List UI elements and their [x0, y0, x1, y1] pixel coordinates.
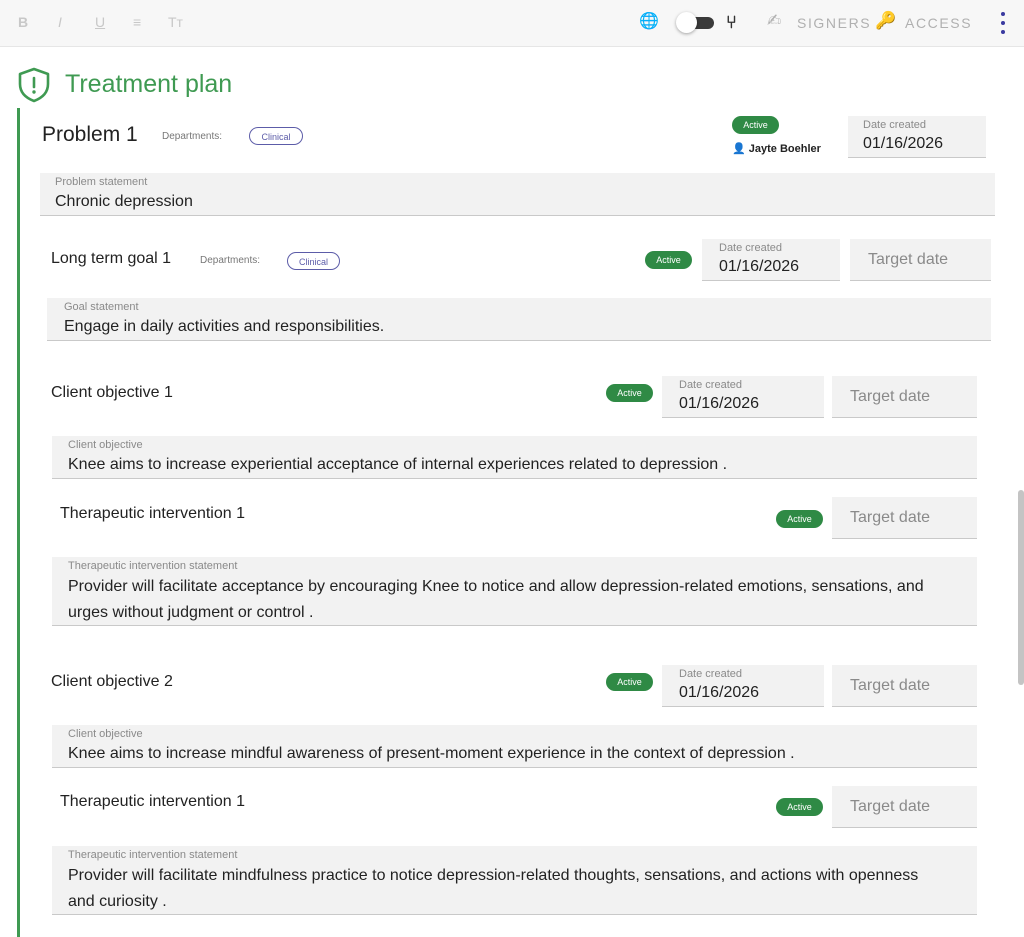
vertical-scrollbar[interactable]	[1018, 490, 1024, 685]
italic-button[interactable]: I	[58, 14, 62, 30]
objective-title: Client objective 2	[51, 673, 173, 690]
field-value: 01/16/2026	[719, 258, 800, 275]
field-label: Date created	[679, 379, 742, 391]
field-label: Therapeutic intervention statement	[68, 849, 238, 861]
field-placeholder: Target date	[850, 677, 931, 694]
branch-icon[interactable]: ⑂	[726, 11, 737, 33]
target-date-field[interactable]: Target date	[832, 376, 977, 418]
user-name: Jayte Boehler	[748, 143, 821, 155]
field-label: Client objective	[68, 439, 143, 451]
assigned-user[interactable]: 👤 Jayte Boehler	[732, 142, 821, 155]
objective-statement-field[interactable]: Client objective Knee aims to increase m…	[52, 725, 977, 768]
target-date-field[interactable]: Target date	[832, 665, 977, 707]
field-value: Provider will facilitate acceptance by e…	[68, 578, 924, 621]
departments-label: Departments:	[162, 131, 223, 142]
goal-statement-field[interactable]: Goal statement Engage in daily activitie…	[47, 298, 991, 341]
signers-icon: ✍	[767, 11, 782, 30]
editor-toolbar: B I U ≡ Tт 🌐 ⑂ ✍ SIGNERS 🔑 ACCESS	[0, 0, 1024, 47]
date-created-field[interactable]: Date created 01/16/2026	[662, 376, 824, 418]
problem-title: Problem 1	[42, 123, 138, 146]
field-label: Date created	[679, 668, 742, 680]
user-icon: 👤	[732, 143, 746, 155]
target-date-field[interactable]: Target date	[832, 786, 977, 828]
text-size-button[interactable]: Tт	[168, 14, 183, 30]
status-badge: Active	[645, 251, 692, 269]
field-label: Date created	[719, 242, 782, 254]
field-placeholder: Target date	[850, 509, 931, 526]
status-badge: Active	[776, 798, 823, 816]
access-button[interactable]: ACCESS	[905, 15, 972, 31]
globe-icon[interactable]: 🌐	[639, 11, 659, 33]
field-value: Engage in daily activities and responsib…	[64, 318, 385, 335]
status-badge: Active	[606, 384, 653, 402]
field-placeholder: Target date	[868, 251, 949, 268]
intervention-statement-field[interactable]: Therapeutic intervention statement Provi…	[52, 846, 977, 915]
objective-statement-field[interactable]: Client objective Knee aims to increase e…	[52, 436, 977, 479]
field-value: Chronic depression	[55, 193, 193, 210]
status-badge: Active	[606, 673, 653, 691]
goal-title: Long term goal 1	[51, 250, 172, 267]
intervention-title: Therapeutic intervention 1	[60, 505, 245, 522]
field-value: Knee aims to increase experiential accep…	[68, 456, 728, 473]
list-button[interactable]: ≡	[133, 14, 141, 30]
field-value: Provider will facilitate mindfulness pra…	[68, 867, 919, 910]
visibility-toggle[interactable]	[676, 12, 718, 33]
field-label: Client objective	[68, 728, 143, 740]
section-rail	[17, 108, 20, 937]
field-placeholder: Target date	[850, 388, 931, 405]
more-menu-icon[interactable]	[996, 10, 1010, 36]
date-created-field[interactable]: Date created 01/16/2026	[848, 116, 986, 158]
objective-title: Client objective 1	[51, 384, 173, 401]
signers-button[interactable]: SIGNERS	[797, 15, 871, 31]
departments-label: Departments:	[200, 255, 261, 266]
key-icon: 🔑	[875, 11, 897, 30]
shield-alert-icon	[18, 67, 50, 103]
department-chip[interactable]: Clinical	[249, 127, 303, 145]
field-label: Goal statement	[64, 301, 139, 313]
field-label: Date created	[863, 119, 926, 131]
date-created-field[interactable]: Date created 01/16/2026	[662, 665, 824, 707]
toggle-knob	[676, 12, 697, 33]
status-badge: Active	[732, 116, 779, 134]
target-date-field[interactable]: Target date	[832, 497, 977, 539]
status-badge: Active	[776, 510, 823, 528]
field-placeholder: Target date	[850, 798, 931, 815]
field-value: Knee aims to increase mindful awareness …	[68, 745, 795, 762]
problem-statement-field[interactable]: Problem statement Chronic depression	[40, 173, 995, 216]
intervention-title: Therapeutic intervention 1	[60, 793, 245, 810]
field-value: 01/16/2026	[863, 135, 944, 152]
field-value: 01/16/2026	[679, 684, 760, 701]
target-date-field[interactable]: Target date	[850, 239, 991, 281]
intervention-statement-field[interactable]: Therapeutic intervention statement Provi…	[52, 557, 977, 626]
field-label: Problem statement	[55, 176, 148, 188]
page-title: Treatment plan	[65, 70, 233, 98]
bold-button[interactable]: B	[18, 14, 28, 30]
department-chip[interactable]: Clinical	[287, 252, 340, 270]
field-label: Therapeutic intervention statement	[68, 560, 238, 572]
date-created-field[interactable]: Date created 01/16/2026	[702, 239, 840, 281]
field-value: 01/16/2026	[679, 395, 760, 412]
underline-button[interactable]: U	[95, 14, 105, 30]
